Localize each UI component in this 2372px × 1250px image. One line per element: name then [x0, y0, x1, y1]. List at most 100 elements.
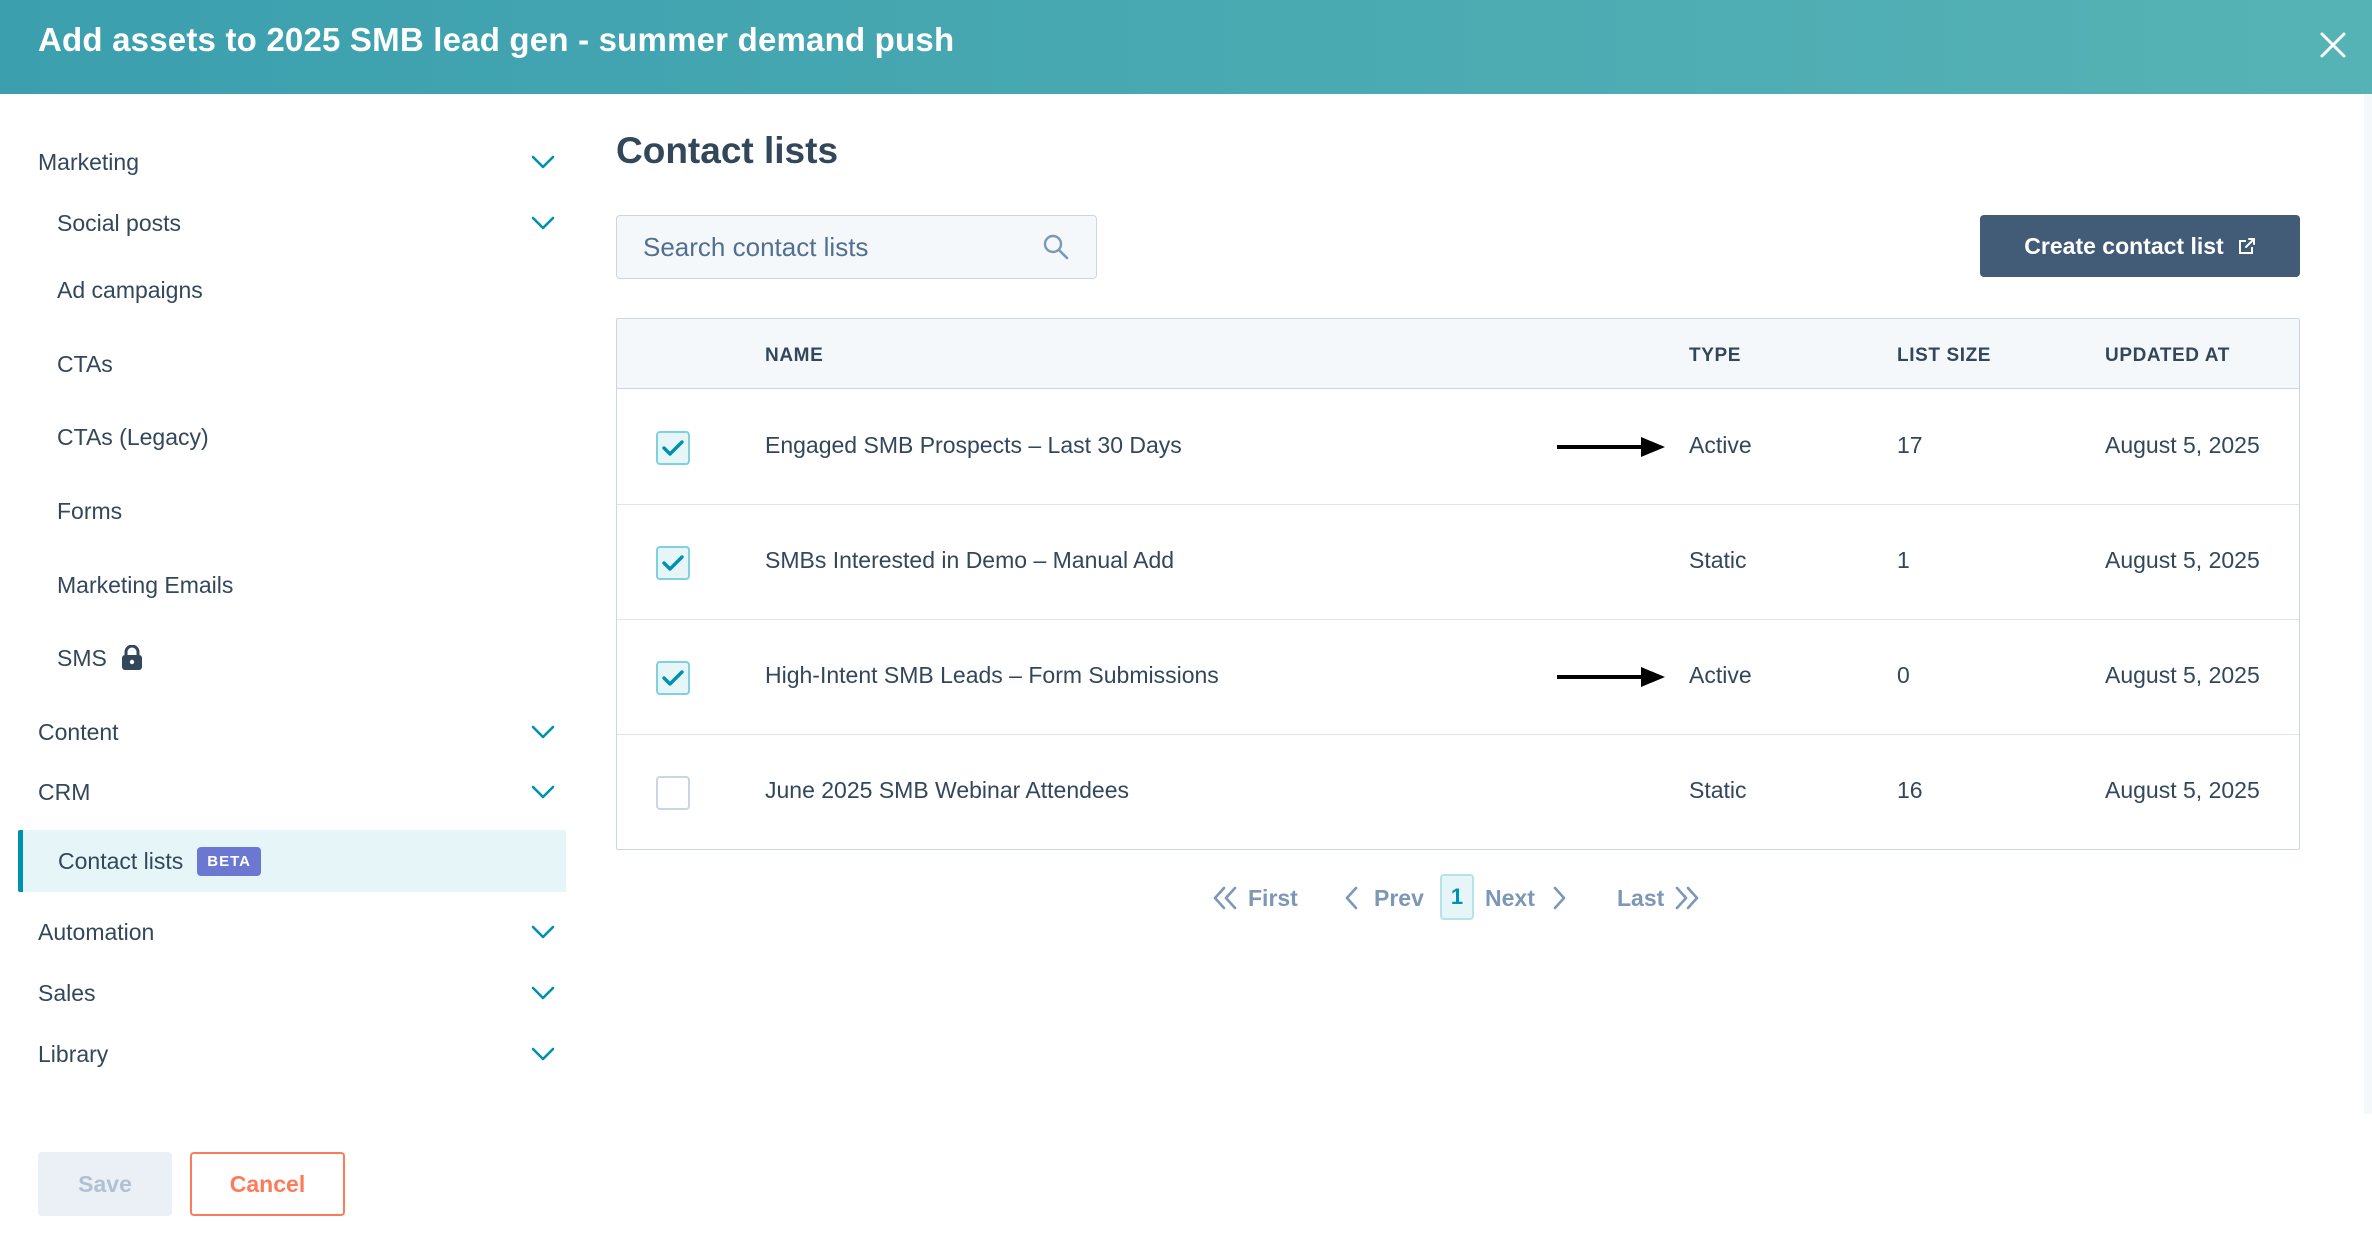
- search-icon[interactable]: [1042, 233, 1070, 266]
- list-updated-at: August 5, 2025: [2105, 777, 2260, 803]
- chevron-down-icon: [528, 917, 558, 947]
- close-button[interactable]: [2308, 20, 2358, 70]
- scrollbar[interactable]: [2364, 94, 2372, 1114]
- list-name[interactable]: High-Intent SMB Leads – Form Submissions: [765, 662, 1219, 689]
- nav-ad-campaigns-label: Ad campaigns: [57, 276, 203, 303]
- nav-marketing-emails-label: Marketing Emails: [57, 571, 234, 598]
- list-size: 16: [1897, 777, 1923, 803]
- nav-marketing-label: Marketing: [38, 148, 139, 175]
- nav-automation-label: Automation: [38, 918, 155, 945]
- list-type: Active: [1689, 432, 1752, 458]
- nav-library-label: Library: [38, 1040, 109, 1067]
- pagination-first-label: First: [1248, 884, 1298, 911]
- chevron-down-icon: [528, 777, 558, 807]
- list-type: Static: [1689, 547, 1747, 573]
- nav-marketing-emails[interactable]: Marketing Emails: [57, 559, 558, 611]
- pagination-last-label: Last: [1617, 884, 1665, 911]
- save-button[interactable]: Save: [38, 1152, 172, 1216]
- pagination-page-current[interactable]: 1: [1440, 874, 1474, 920]
- list-type: Static: [1689, 777, 1747, 803]
- chevron-down-icon: [528, 978, 558, 1008]
- nav-marketing[interactable]: Marketing: [38, 136, 558, 188]
- beta-badge: BETA: [197, 846, 261, 876]
- chevron-down-icon: [528, 208, 558, 238]
- double-chevron-left-icon: [1213, 886, 1237, 910]
- nav-ad-campaigns[interactable]: Ad campaigns: [57, 264, 558, 316]
- modal-header: Add assets to 2025 SMB lead gen - summer…: [0, 0, 2372, 94]
- nav-sms[interactable]: SMS: [57, 632, 558, 684]
- row-checkbox[interactable]: [656, 661, 690, 695]
- nav-ctas-legacy-label: CTAs (Legacy): [57, 423, 209, 450]
- create-contact-list-label: Create contact list: [2024, 232, 2224, 259]
- nav-contact-lists-label: Contact lists: [58, 847, 184, 874]
- checkmark-icon: [662, 670, 684, 686]
- arrow-right-icon: [1557, 667, 1665, 687]
- lock-icon: [121, 645, 143, 671]
- search-input[interactable]: [617, 216, 1037, 278]
- table-row[interactable]: Engaged SMB Prospects – Last 30 Days Act…: [617, 390, 2299, 505]
- pagination-last[interactable]: Last: [1617, 876, 1700, 920]
- nav-forms[interactable]: Forms: [57, 485, 558, 537]
- nav-contact-lists[interactable]: Contact lists BETA: [18, 830, 566, 892]
- chevron-down-icon: [528, 717, 558, 747]
- list-size: 1: [1897, 547, 1910, 573]
- table-row[interactable]: High-Intent SMB Leads – Form Submissions…: [617, 620, 2299, 735]
- nav-content[interactable]: Content: [38, 706, 558, 758]
- pagination-first[interactable]: First: [1212, 876, 1298, 920]
- arrow-right-icon: [1557, 437, 1665, 457]
- modal-title: Add assets to 2025 SMB lead gen - summer…: [38, 21, 955, 58]
- nav-library[interactable]: Library: [38, 1028, 558, 1080]
- nav-automation[interactable]: Automation: [38, 906, 558, 958]
- list-updated-at: August 5, 2025: [2105, 662, 2260, 688]
- column-header-updated-at[interactable]: UPDATED AT: [2105, 345, 2230, 367]
- list-updated-at: August 5, 2025: [2105, 547, 2260, 573]
- nav-sales-label: Sales: [38, 979, 96, 1006]
- list-name[interactable]: Engaged SMB Prospects – Last 30 Days: [765, 432, 1182, 459]
- chevron-left-icon: [1345, 886, 1358, 910]
- nav-content-label: Content: [38, 718, 119, 745]
- column-header-type[interactable]: TYPE: [1689, 345, 1741, 367]
- nav-crm[interactable]: CRM: [38, 766, 558, 818]
- table-header: NAME TYPE LIST SIZE UPDATED AT: [617, 319, 2299, 389]
- nav-sales[interactable]: Sales: [38, 967, 558, 1019]
- checkmark-icon: [662, 555, 684, 571]
- create-contact-list-button[interactable]: Create contact list: [1980, 215, 2300, 277]
- column-header-list-size[interactable]: LIST SIZE: [1897, 345, 1991, 367]
- nav-ctas-label: CTAs: [57, 350, 113, 377]
- chevron-right-icon: [1553, 886, 1566, 910]
- checkmark-icon: [662, 440, 684, 456]
- row-checkbox[interactable]: [656, 546, 690, 580]
- nav-ctas[interactable]: CTAs: [57, 338, 558, 390]
- list-size: 0: [1897, 662, 1910, 688]
- external-link-icon: [2238, 238, 2255, 254]
- row-checkbox[interactable]: [656, 431, 690, 465]
- contact-lists-table: NAME TYPE LIST SIZE UPDATED AT Engaged S…: [616, 318, 2300, 850]
- list-type: Active: [1689, 662, 1752, 688]
- list-name[interactable]: June 2025 SMB Webinar Attendees: [765, 777, 1129, 804]
- pagination-next[interactable]: Next: [1485, 876, 1567, 920]
- list-size: 17: [1897, 432, 1923, 458]
- nav-social-posts-label: Social posts: [57, 209, 182, 236]
- list-name[interactable]: SMBs Interested in Demo – Manual Add: [765, 547, 1174, 574]
- table-row[interactable]: SMBs Interested in Demo – Manual Add Sta…: [617, 505, 2299, 620]
- chevron-down-icon: [528, 147, 558, 177]
- chevron-down-icon: [528, 1039, 558, 1069]
- asset-type-sidebar: Marketing Social posts Ad campaigns CTAs…: [0, 94, 580, 1114]
- column-header-name[interactable]: NAME: [765, 345, 823, 367]
- pagination-next-label: Next: [1485, 884, 1535, 911]
- pagination-prev-label: Prev: [1374, 884, 1424, 911]
- page-title: Contact lists: [616, 130, 839, 171]
- nav-crm-label: CRM: [38, 778, 91, 805]
- cancel-button[interactable]: Cancel: [190, 1152, 345, 1216]
- nav-ctas-legacy[interactable]: CTAs (Legacy): [57, 411, 558, 463]
- close-icon: [2320, 32, 2346, 58]
- search-box: [616, 215, 1097, 279]
- double-chevron-right-icon: [1675, 886, 1699, 910]
- row-checkbox[interactable]: [656, 776, 690, 810]
- pagination-prev[interactable]: Prev: [1344, 876, 1424, 920]
- table-row[interactable]: June 2025 SMB Webinar Attendees Static 1…: [617, 735, 2299, 850]
- nav-forms-label: Forms: [57, 497, 123, 524]
- nav-sms-label: SMS: [57, 644, 107, 671]
- nav-social-posts[interactable]: Social posts: [57, 197, 558, 249]
- list-updated-at: August 5, 2025: [2105, 432, 2260, 458]
